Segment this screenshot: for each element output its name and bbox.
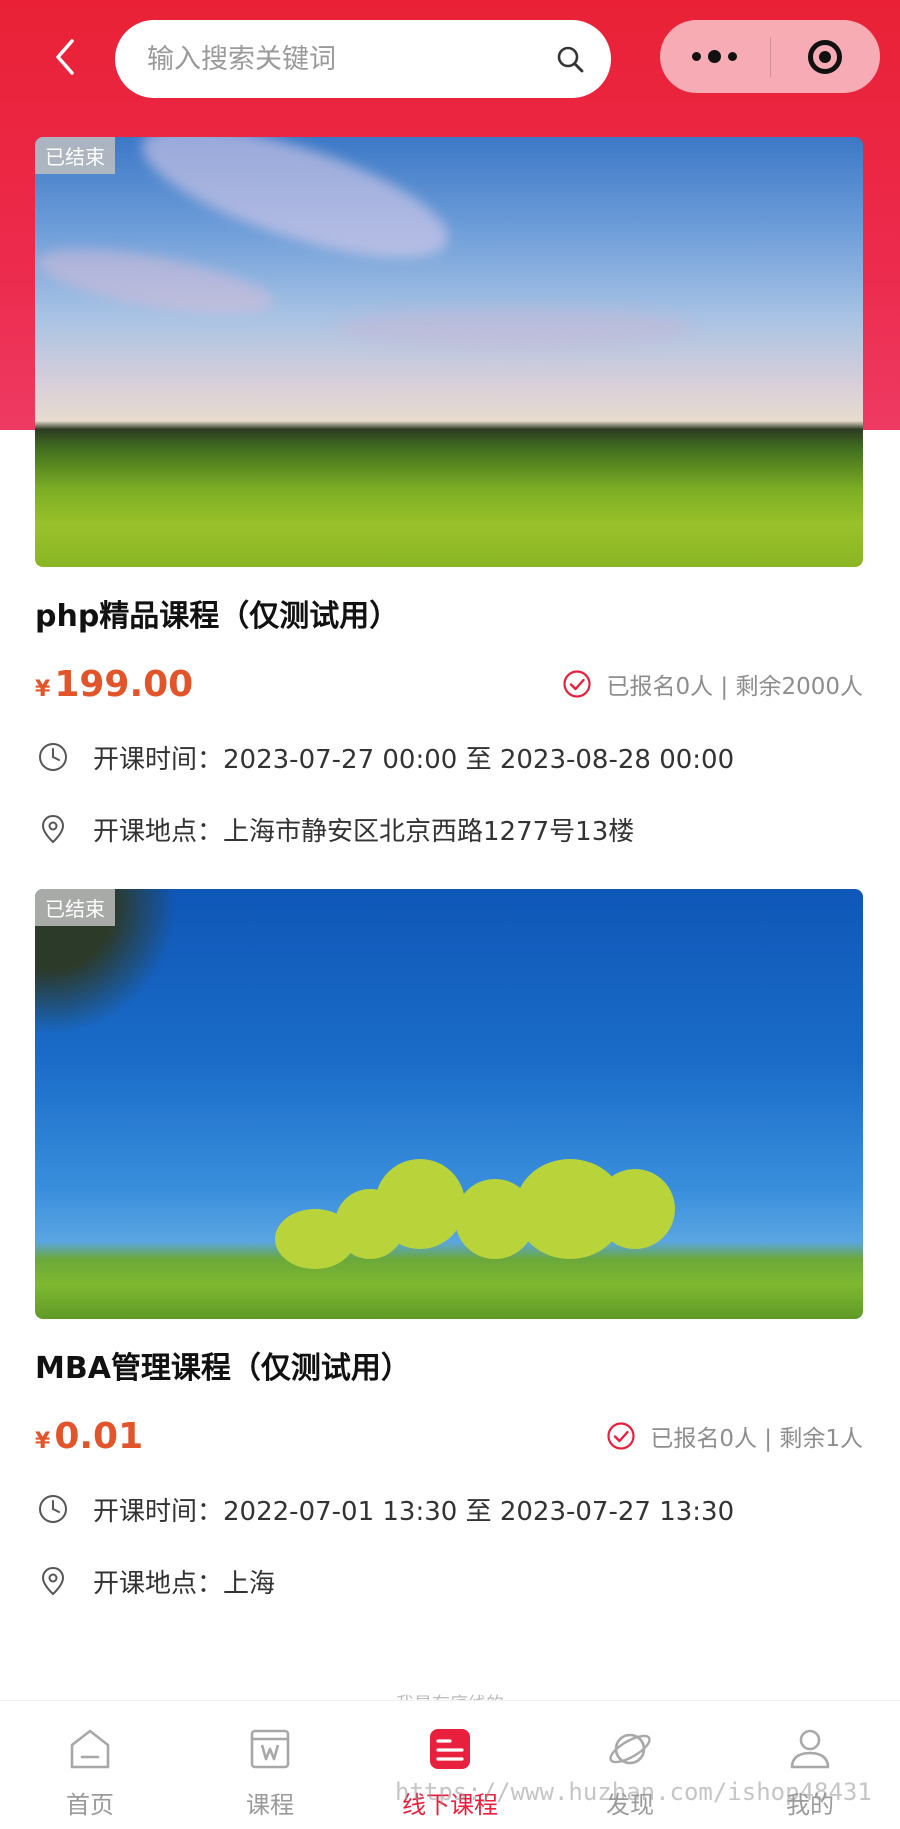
time-value: 2023-07-27 00:00 至 2023-08-28 00:00 (223, 744, 735, 775)
target-close-icon (808, 39, 843, 74)
course-price: ¥0.01 (35, 1416, 143, 1457)
tab-discover[interactable]: 发现 (540, 1701, 720, 1829)
course-list: 已结束 php精品课程（仅测试用） ¥199.00 已报名0人 | 剩余2000… (35, 137, 863, 1601)
offline-course-icon (430, 1729, 470, 1769)
home-icon (70, 1729, 110, 1769)
search-bar[interactable] (115, 20, 611, 98)
close-miniprogram-button[interactable] (771, 20, 881, 93)
currency-symbol: ¥ (35, 1428, 51, 1454)
search-input[interactable] (145, 42, 555, 76)
back-button[interactable] (40, 32, 90, 82)
currency-symbol: ¥ (35, 676, 51, 702)
course-time-row: 开课时间： 2022-07-01 13:30 至 2023-07-27 13:3… (35, 1489, 863, 1529)
location-pin-icon (41, 814, 65, 844)
course-title: php精品课程（仅测试用） (35, 599, 400, 634)
miniprogram-capsule (660, 20, 880, 93)
course-address-row: 开课地点： 上海市静安区北京西路1277号13楼 (35, 809, 863, 849)
course-title: MBA管理课程（仅测试用） (35, 1351, 411, 1386)
enrollment-text: 已报名0人 | 剩余2000人 (606, 674, 863, 700)
more-dots-icon (692, 50, 738, 63)
address-label: 开课地点： (93, 1568, 224, 1599)
tab-offline-course[interactable]: 线下课程 (360, 1701, 540, 1829)
clock-icon (39, 743, 67, 771)
course-address-row: 开课地点： 上海 (35, 1561, 863, 1601)
clock-icon (39, 1495, 67, 1523)
course-icon (250, 1729, 290, 1769)
top-bar (0, 0, 900, 125)
enrollment-text: 已报名0人 | 剩余1人 (650, 1426, 863, 1452)
watermark-text: https://www.huzhan.com/ishop48431 (395, 1778, 872, 1806)
tab-label: 首页 (66, 1791, 114, 1819)
bottom-tab-bar: 首页 课程 线下课程 发现 我的 (0, 1700, 900, 1829)
enrollment-info: 已报名0人 | 剩余2000人 (562, 667, 863, 701)
time-label: 开课时间： (93, 1496, 224, 1527)
search-icon[interactable] (555, 44, 585, 74)
chevron-left-icon (56, 39, 74, 75)
tab-label: 课程 (246, 1791, 294, 1819)
course-cover-image: 已结束 (35, 889, 863, 1319)
course-card[interactable]: 已结束 MBA管理课程（仅测试用） ¥0.01 已报名0人 | 剩余1人 开课时… (35, 889, 863, 1601)
address-value: 上海市静安区北京西路1277号13楼 (223, 816, 635, 847)
price-value: 199.00 (54, 663, 194, 705)
user-icon (790, 1729, 830, 1769)
tab-course[interactable]: 课程 (180, 1701, 360, 1829)
enrollment-info: 已报名0人 | 剩余1人 (606, 1419, 863, 1453)
location-pin-icon (41, 1566, 65, 1596)
check-circle-icon (607, 1422, 635, 1450)
time-label: 开课时间： (93, 744, 224, 775)
tab-home[interactable]: 首页 (0, 1701, 180, 1829)
status-badge: 已结束 (35, 889, 115, 926)
tab-mine[interactable]: 我的 (720, 1701, 900, 1829)
course-time-row: 开课时间： 2023-07-27 00:00 至 2023-08-28 00:0… (35, 737, 863, 777)
check-circle-icon (563, 670, 592, 698)
more-button[interactable] (660, 20, 770, 93)
planet-icon (609, 1733, 651, 1765)
time-value: 2022-07-01 13:30 至 2023-07-27 13:30 (223, 1496, 735, 1527)
status-badge: 已结束 (35, 137, 115, 174)
course-price: ¥199.00 (35, 664, 193, 705)
address-value: 上海 (223, 1568, 276, 1599)
price-row: ¥0.01 已报名0人 | 剩余1人 (35, 1413, 863, 1459)
course-card[interactable]: 已结束 php精品课程（仅测试用） ¥199.00 已报名0人 | 剩余2000… (35, 137, 863, 849)
price-value: 0.01 (54, 1415, 144, 1457)
course-cover-image: 已结束 (35, 137, 863, 567)
address-label: 开课地点： (93, 816, 224, 847)
price-row: ¥199.00 已报名0人 | 剩余2000人 (35, 661, 863, 707)
